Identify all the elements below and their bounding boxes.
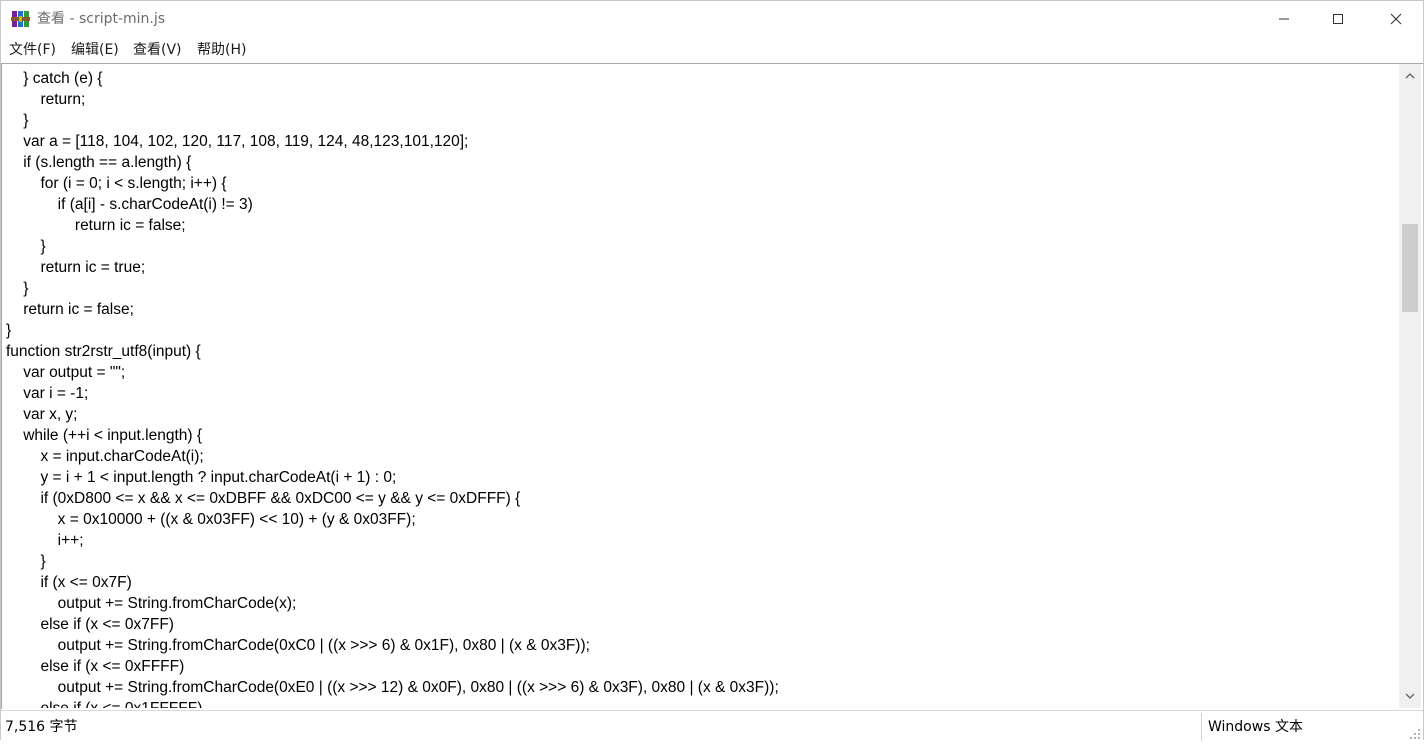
code-line: else if (x <= 0x7FF) — [6, 616, 174, 633]
code-line: output += String.fromCharCode(x); — [6, 595, 297, 612]
code-line: for (i = 0; i < s.length; i++) { — [6, 175, 227, 192]
vertical-scrollbar[interactable] — [1399, 64, 1421, 708]
menu-edit[interactable]: 编辑(E) — [71, 41, 119, 59]
code-line: function str2rstr_utf8(input) { — [6, 343, 201, 360]
code-line: if (x <= 0x7F) — [6, 574, 132, 591]
code-line: if (a[i] - s.charCodeAt(i) != 3) — [6, 196, 253, 213]
code-line: return ic = false; — [6, 301, 134, 318]
close-button[interactable] — [1373, 1, 1419, 37]
code-line: if (0xD800 <= x && x <= 0xDBFF && 0xDC00… — [6, 490, 521, 507]
menu-file[interactable]: 文件(F) — [9, 41, 56, 59]
resize-grip-icon[interactable] — [1409, 725, 1421, 739]
code-line: x = input.charCodeAt(i); — [6, 448, 204, 465]
code-line: while (++i < input.length) { — [6, 427, 203, 444]
status-bar: 7,516 字节 Windows 文本 — [1, 710, 1423, 741]
viewer-window: 查看 - script-min.js 文件(F) 编辑(E) 查看(V) 帮助(… — [0, 0, 1424, 741]
code-line: } — [6, 238, 46, 255]
maximize-button[interactable] — [1315, 1, 1361, 37]
window-title: 查看 - script-min.js — [37, 11, 166, 27]
code-content[interactable]: } catch (e) { return; } var a = [118, 10… — [6, 68, 1398, 708]
code-line: i++; — [6, 532, 84, 549]
code-line: } — [6, 553, 46, 570]
close-icon — [1390, 13, 1402, 25]
code-line: output += String.fromCharCode(0xE0 | ((x… — [6, 679, 779, 696]
code-line: else if (x <= 0x1FFFFF) — [6, 698, 1398, 708]
code-line: } — [6, 322, 12, 339]
code-line: else if (x <= 0xFFFF) — [6, 658, 185, 675]
code-line: } catch (e) { — [6, 70, 103, 87]
menu-help[interactable]: 帮助(H) — [197, 41, 246, 59]
code-line: return ic = false; — [6, 217, 186, 234]
code-line: y = i + 1 < input.length ? input.charCod… — [6, 469, 397, 486]
winrar-books-icon — [11, 9, 31, 29]
menu-bar: 文件(F) 编辑(E) 查看(V) 帮助(H) — [1, 38, 1423, 62]
encoding-status: Windows 文本 — [1208, 719, 1303, 735]
code-line: return ic = true; — [6, 259, 146, 276]
scroll-thumb[interactable] — [1402, 224, 1418, 312]
chevron-up-icon — [1405, 73, 1415, 79]
code-line: var x, y; — [6, 406, 78, 423]
status-divider — [1201, 713, 1202, 741]
title-bar[interactable]: 查看 - script-min.js — [1, 1, 1423, 37]
scroll-up-button[interactable] — [1399, 66, 1421, 86]
code-line: output += String.fromCharCode(0xC0 | ((x… — [6, 637, 590, 654]
chevron-down-icon — [1405, 693, 1415, 699]
scroll-down-button[interactable] — [1399, 686, 1421, 706]
code-line: var i = -1; — [6, 385, 89, 402]
code-line: var a = [118, 104, 102, 120, 117, 108, 1… — [6, 133, 469, 150]
code-line: if (s.length == a.length) { — [6, 154, 192, 171]
text-view-area[interactable]: } catch (e) { return; } var a = [118, 10… — [1, 63, 1423, 709]
code-line: } — [6, 280, 29, 297]
minimize-icon — [1279, 18, 1289, 20]
menu-view[interactable]: 查看(V) — [133, 41, 182, 59]
code-line: var output = ""; — [6, 364, 126, 381]
maximize-icon — [1333, 14, 1343, 24]
code-line: } — [6, 112, 29, 129]
minimize-button[interactable] — [1261, 1, 1307, 37]
code-line: x = 0x10000 + ((x & 0x03FF) << 10) + (y … — [6, 511, 416, 528]
file-size-status: 7,516 字节 — [5, 719, 78, 735]
code-line: return; — [6, 91, 86, 108]
